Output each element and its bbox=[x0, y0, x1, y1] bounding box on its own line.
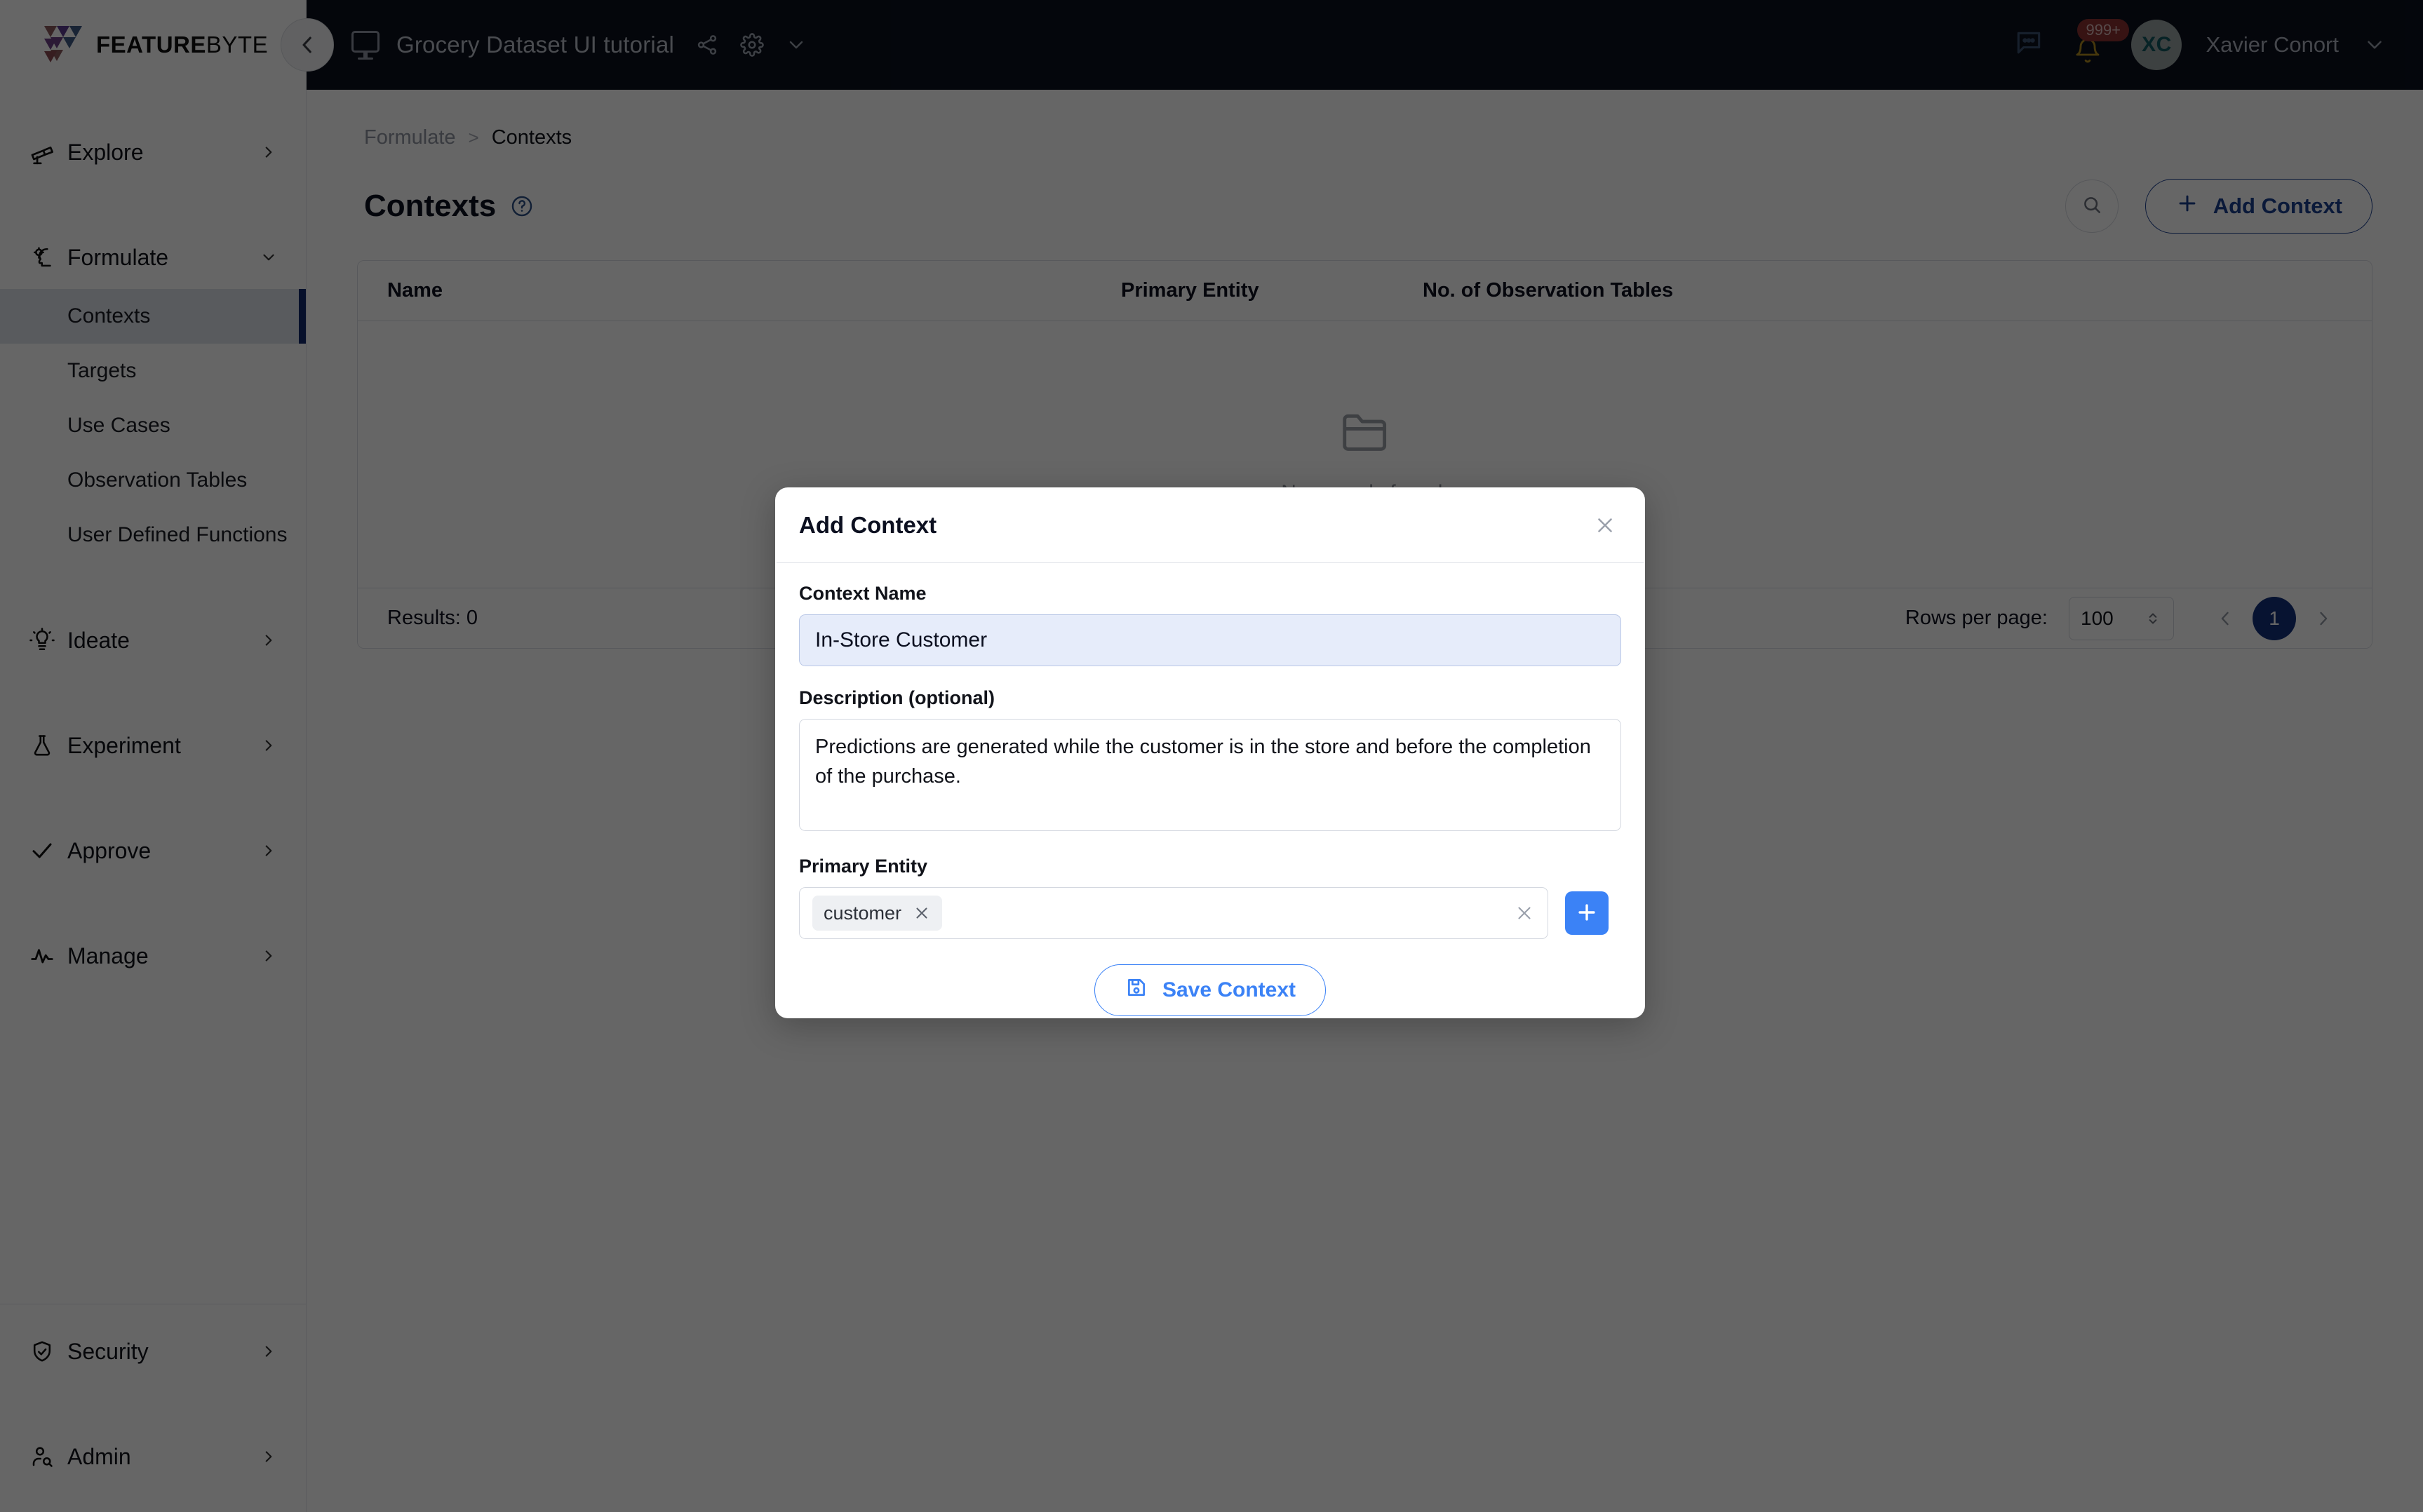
remove-entity-icon[interactable] bbox=[913, 904, 931, 922]
spacer bbox=[799, 835, 1621, 856]
close-icon[interactable] bbox=[1593, 513, 1617, 537]
entity-chip[interactable]: customer bbox=[812, 896, 942, 931]
description-label: Description (optional) bbox=[799, 687, 1621, 709]
spacer bbox=[799, 666, 1621, 687]
dialog-body: Context Name Description (optional) Prim… bbox=[775, 563, 1645, 1016]
entity-chip-label: customer bbox=[824, 903, 901, 924]
add-entity-button[interactable] bbox=[1565, 891, 1609, 935]
save-icon bbox=[1125, 976, 1148, 1005]
context-name-input[interactable] bbox=[799, 614, 1621, 666]
primary-entity-row: customer bbox=[799, 887, 1621, 939]
dialog-title: Add Context bbox=[799, 512, 937, 539]
dialog-header: Add Context bbox=[777, 487, 1644, 563]
clear-entity-selection-icon[interactable] bbox=[1514, 903, 1535, 924]
context-name-label: Context Name bbox=[799, 583, 1621, 605]
save-context-button[interactable]: Save Context bbox=[1094, 964, 1326, 1016]
primary-entity-select[interactable]: customer bbox=[799, 887, 1548, 939]
app-root: FEATUREBYTE Explore Formulate bbox=[0, 0, 2423, 1512]
primary-entity-label: Primary Entity bbox=[799, 856, 1621, 877]
dialog-footer: Save Context bbox=[799, 964, 1621, 1016]
add-context-dialog: Add Context Context Name Description (op… bbox=[775, 487, 1645, 1018]
plus-icon bbox=[1575, 900, 1599, 926]
save-context-label: Save Context bbox=[1162, 978, 1296, 1002]
description-textarea[interactable] bbox=[799, 719, 1621, 831]
